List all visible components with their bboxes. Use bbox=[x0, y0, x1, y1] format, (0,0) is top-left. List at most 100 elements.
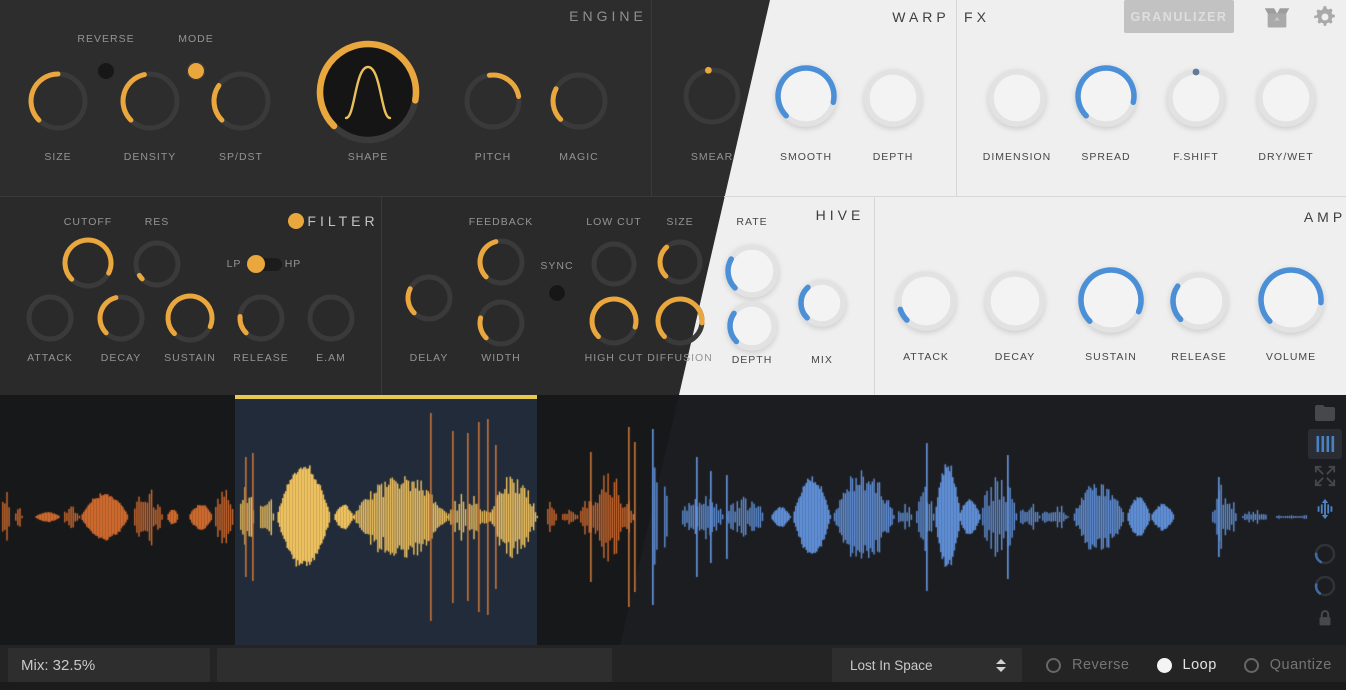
folder-icon[interactable] bbox=[1308, 398, 1342, 428]
divider-filter-delay bbox=[381, 196, 382, 395]
dimension-label: DIMENSION bbox=[982, 151, 1052, 163]
pitch-knob[interactable] bbox=[458, 66, 528, 136]
grain-view-icon[interactable] bbox=[1308, 429, 1342, 459]
shape-label: SHAPE bbox=[347, 151, 389, 163]
shape-knob[interactable] bbox=[311, 35, 425, 149]
lowcut-label: LOW CUT bbox=[586, 216, 642, 228]
preset-name: Lost In Space bbox=[850, 657, 933, 673]
amp-release-knob[interactable] bbox=[1164, 266, 1234, 336]
amp-decay-label: DECAY bbox=[994, 351, 1036, 363]
divider-hive-amp bbox=[874, 196, 875, 395]
select-chevrons-icon bbox=[996, 658, 1006, 672]
amp-attack-knob[interactable] bbox=[890, 265, 962, 337]
amp-decay-knob[interactable] bbox=[979, 265, 1051, 337]
fshift-label: F.SHIFT bbox=[1173, 151, 1219, 163]
smear-label: SMEAR bbox=[690, 151, 734, 163]
filter-decay-knob[interactable] bbox=[91, 288, 151, 348]
filter-enable-led[interactable] bbox=[288, 213, 304, 229]
hp-label: HP bbox=[284, 258, 302, 270]
preset-box-icon[interactable] bbox=[1263, 4, 1291, 30]
hive-depth-knob[interactable] bbox=[721, 295, 783, 357]
cutoff-knob[interactable] bbox=[56, 231, 120, 295]
highcut-label: HIGH CUT bbox=[584, 352, 644, 364]
mix-readout[interactable]: Mix: 32.5% bbox=[8, 648, 210, 682]
mode-label: MODE bbox=[178, 33, 214, 45]
option-quantize[interactable]: Quantize bbox=[1243, 657, 1332, 673]
feedback-knob[interactable] bbox=[471, 232, 531, 292]
fshift-knob[interactable] bbox=[1161, 63, 1231, 133]
dimension-knob[interactable] bbox=[982, 63, 1052, 133]
spdst-knob[interactable] bbox=[205, 65, 277, 137]
waveform-display[interactable] bbox=[0, 395, 1346, 645]
divider-rows-dark bbox=[0, 196, 724, 197]
amp-attack-label: ATTACK bbox=[903, 351, 949, 363]
warp-depth-knob[interactable] bbox=[858, 63, 928, 133]
radio-label: Reverse bbox=[1072, 657, 1130, 673]
density-knob[interactable] bbox=[114, 65, 186, 137]
spread-label: SPREAD bbox=[1081, 151, 1131, 163]
lock-icon[interactable] bbox=[1308, 603, 1342, 633]
amp-sustain-label: SUSTAIN bbox=[1085, 351, 1137, 363]
amp-sustain-knob[interactable] bbox=[1072, 261, 1150, 339]
mini-knob-a-icon[interactable] bbox=[1308, 539, 1342, 569]
diffusion-knob[interactable] bbox=[649, 290, 711, 352]
mode-toggle[interactable] bbox=[187, 62, 205, 80]
selection-top-marker[interactable] bbox=[235, 395, 537, 399]
delay-label: DELAY bbox=[409, 352, 449, 364]
preset-select[interactable]: Lost In Space bbox=[832, 648, 1022, 682]
cutoff-label: CUTOFF bbox=[63, 216, 113, 228]
size-label: SIZE bbox=[44, 151, 72, 163]
amp-release-label: RELEASE bbox=[1171, 351, 1227, 363]
pitch-label: PITCH bbox=[474, 151, 512, 163]
eam-knob[interactable] bbox=[301, 288, 361, 348]
mini-knob-b-icon[interactable] bbox=[1308, 571, 1342, 601]
hive-depth-label: DEPTH bbox=[731, 354, 773, 366]
reverse-label: REVERSE bbox=[77, 33, 135, 45]
lowcut-knob[interactable] bbox=[585, 235, 643, 293]
stretch-icon[interactable] bbox=[1308, 494, 1342, 524]
divider-engine-warp bbox=[651, 0, 652, 196]
granulizer-mode-button[interactable]: GRANULIZER bbox=[1124, 0, 1234, 33]
sync-toggle[interactable] bbox=[548, 284, 566, 302]
divider-warp-fx bbox=[956, 0, 957, 196]
hive-mix-knob[interactable] bbox=[792, 273, 852, 333]
rate-label: RATE bbox=[736, 216, 768, 228]
highcut-knob[interactable] bbox=[583, 290, 645, 352]
smear-knob[interactable] bbox=[677, 61, 747, 131]
volume-knob[interactable] bbox=[1252, 261, 1330, 339]
magic-knob[interactable] bbox=[544, 66, 614, 136]
sync-label: SYNC bbox=[540, 260, 574, 272]
lp-hp-toggle-knob[interactable] bbox=[247, 255, 265, 273]
filter-attack-knob[interactable] bbox=[20, 288, 80, 348]
delay-knob[interactable] bbox=[399, 268, 459, 328]
feedback-label: FEEDBACK bbox=[468, 216, 534, 228]
size-knob[interactable] bbox=[22, 65, 94, 137]
drywet-label: DRY/WET bbox=[1258, 151, 1314, 163]
engine-section-title: ENGINE bbox=[569, 8, 647, 24]
spread-knob[interactable] bbox=[1069, 59, 1143, 133]
width-knob[interactable] bbox=[471, 293, 531, 353]
delay-size-knob[interactable] bbox=[651, 233, 709, 291]
playback-options: Reverse Loop Quantize bbox=[1046, 648, 1332, 682]
radio-circle-icon bbox=[1156, 657, 1172, 673]
volume-label: VOLUME bbox=[1265, 351, 1317, 363]
filter-sustain-knob[interactable] bbox=[159, 287, 221, 349]
radio-label: Loop bbox=[1182, 657, 1217, 673]
reverse-toggle[interactable] bbox=[97, 62, 115, 80]
gear-icon[interactable] bbox=[1311, 4, 1339, 30]
granulizer-plugin-window: ENGINE WARP FX FILTER HIVE AMP GRANULIZE… bbox=[0, 0, 1346, 690]
amp-section-title: AMP bbox=[1303, 209, 1346, 225]
sample-name-box bbox=[217, 648, 612, 682]
option-loop[interactable]: Loop bbox=[1156, 657, 1217, 673]
res-knob[interactable] bbox=[127, 234, 187, 294]
filter-attack-label: ATTACK bbox=[27, 352, 73, 364]
magic-label: MAGIC bbox=[559, 151, 599, 163]
divider-rows-light bbox=[724, 196, 1346, 197]
filter-release-knob[interactable] bbox=[231, 288, 291, 348]
smooth-knob[interactable] bbox=[769, 59, 843, 133]
eam-label: E.AM bbox=[316, 352, 346, 364]
drywet-knob[interactable] bbox=[1251, 63, 1321, 133]
expand-icon[interactable] bbox=[1308, 461, 1342, 491]
option-reverse[interactable]: Reverse bbox=[1046, 657, 1130, 673]
spdst-label: SP/DST bbox=[219, 151, 263, 163]
